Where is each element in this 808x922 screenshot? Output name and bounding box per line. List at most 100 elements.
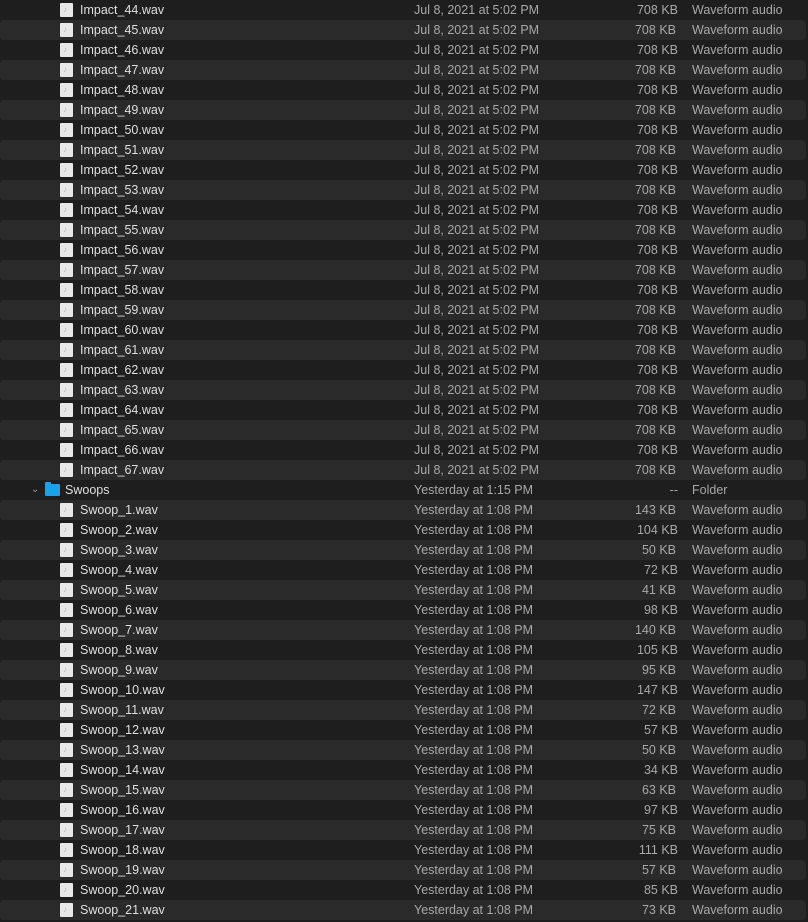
file-kind: Waveform audio <box>692 23 783 37</box>
file-row[interactable]: Impact_56.wav Jul 8, 2021 at 5:02 PM 708 K… <box>0 240 808 260</box>
file-row[interactable]: Swoop_20.wav Yesterday at 1:08 PM 85 KB Wav… <box>0 880 808 900</box>
date-modified: Yesterday at 1:08 PM <box>414 883 534 897</box>
file-row[interactable]: Swoop_8.wav Yesterday at 1:08 PM 105 KB Wav… <box>0 640 808 660</box>
file-name: Swoop_18.wav <box>80 843 165 857</box>
file-size: 708 KB <box>636 83 678 97</box>
file-row[interactable]: Impact_57.wav Jul 8, 2021 at 5:02 PM 708 K… <box>0 260 806 280</box>
chevron-down-icon[interactable]: ⌄ <box>31 480 39 500</box>
file-row[interactable]: Impact_46.wav Jul 8, 2021 at 5:02 PM 708 K… <box>0 40 808 60</box>
file-row[interactable]: Impact_44.wav Jul 8, 2021 at 5:02 PM 708 K… <box>0 0 808 20</box>
file-kind: Waveform audio <box>692 563 783 577</box>
audio-file-icon <box>60 260 73 280</box>
file-kind: Waveform audio <box>692 343 783 357</box>
file-kind: Folder <box>692 483 728 497</box>
file-row[interactable]: Impact_54.wav Jul 8, 2021 at 5:02 PM 708 K… <box>0 200 808 220</box>
file-row[interactable]: Swoop_3.wav Yesterday at 1:08 PM 50 KB Wave… <box>0 540 806 560</box>
audio-file-icon <box>60 320 73 340</box>
file-row[interactable]: Impact_66.wav Jul 8, 2021 at 5:02 PM 708 K… <box>0 440 808 460</box>
file-kind: Waveform audio <box>692 843 783 857</box>
file-kind: Waveform audio <box>692 403 783 417</box>
file-row[interactable]: Impact_67.wav Jul 8, 2021 at 5:02 PM 708 K… <box>0 460 806 480</box>
file-row[interactable]: Swoop_10.wav Yesterday at 1:08 PM 147 KB Wa… <box>0 680 808 700</box>
file-name: Impact_49.wav <box>80 103 165 117</box>
file-kind: Waveform audio <box>692 443 783 457</box>
audio-file-icon <box>60 460 73 480</box>
date-modified: Yesterday at 1:08 PM <box>414 823 534 837</box>
file-row[interactable]: Impact_58.wav Jul 8, 2021 at 5:02 PM 708 K… <box>0 280 808 300</box>
date-modified: Jul 8, 2021 at 5:02 PM <box>414 63 540 77</box>
file-row[interactable]: Swoop_13.wav Yesterday at 1:08 PM 50 KB Wav… <box>0 740 806 760</box>
file-row[interactable]: Impact_50.wav Jul 8, 2021 at 5:02 PM 708 K… <box>0 120 808 140</box>
audio-file-icon <box>60 300 73 320</box>
file-row[interactable]: Impact_59.wav Jul 8, 2021 at 5:02 PM 708 K… <box>0 300 806 320</box>
audio-file-icon <box>60 620 73 640</box>
audio-file-icon <box>60 60 73 80</box>
file-size: -- <box>669 483 678 497</box>
file-kind: Waveform audio <box>692 223 783 237</box>
date-modified: Jul 8, 2021 at 5:02 PM <box>414 463 540 477</box>
file-row[interactable]: Swoop_4.wav Yesterday at 1:08 PM 72 KB Wave… <box>0 560 808 580</box>
file-row[interactable]: Swoop_11.wav Yesterday at 1:08 PM 72 KB Wav… <box>0 700 806 720</box>
file-name: Swoops <box>65 483 110 497</box>
file-row[interactable]: Impact_55.wav Jul 8, 2021 at 5:02 PM 708 K… <box>0 220 806 240</box>
audio-file-icon <box>60 360 73 380</box>
date-modified: Jul 8, 2021 at 5:02 PM <box>414 43 540 57</box>
file-size: 98 KB <box>643 603 678 617</box>
file-name: Impact_67.wav <box>80 463 165 477</box>
file-row[interactable]: Swoop_19.wav Yesterday at 1:08 PM 57 KB Wav… <box>0 860 806 880</box>
file-row[interactable]: Swoop_18.wav Yesterday at 1:08 PM 111 KB Wa… <box>0 840 808 860</box>
file-row[interactable]: Swoop_7.wav Yesterday at 1:08 PM 140 KB Wav… <box>0 620 806 640</box>
file-row[interactable]: Swoop_16.wav Yesterday at 1:08 PM 97 KB Wav… <box>0 800 808 820</box>
file-row[interactable]: Swoop_1.wav Yesterday at 1:08 PM 143 KB Wav… <box>0 500 806 520</box>
file-kind: Waveform audio <box>692 43 783 57</box>
file-size: 708 KB <box>634 143 676 157</box>
file-name: Swoop_21.wav <box>80 903 165 917</box>
file-row[interactable]: Swoop_21.wav Yesterday at 1:08 PM 73 KB Wav… <box>0 900 806 920</box>
audio-file-icon <box>60 800 73 820</box>
date-modified: Jul 8, 2021 at 5:02 PM <box>414 443 540 457</box>
file-row[interactable]: Swoop_17.wav Yesterday at 1:08 PM 75 KB Wav… <box>0 820 806 840</box>
file-row[interactable]: Impact_52.wav Jul 8, 2021 at 5:02 PM 708 K… <box>0 160 808 180</box>
file-row[interactable]: Impact_49.wav Jul 8, 2021 at 5:02 PM 708 K… <box>0 100 806 120</box>
file-row[interactable]: Impact_64.wav Jul 8, 2021 at 5:02 PM 708 K… <box>0 400 808 420</box>
file-size: 708 KB <box>636 3 678 17</box>
file-row[interactable]: Impact_63.wav Jul 8, 2021 at 5:02 PM 708 K… <box>0 380 806 400</box>
file-row[interactable]: Impact_62.wav Jul 8, 2021 at 5:02 PM 708 K… <box>0 360 808 380</box>
file-row[interactable]: Impact_48.wav Jul 8, 2021 at 5:02 PM 708 K… <box>0 80 808 100</box>
file-name: Swoop_9.wav <box>80 663 158 677</box>
file-row[interactable]: Swoop_5.wav Yesterday at 1:08 PM 41 KB Wave… <box>0 580 806 600</box>
folder-row[interactable]: ⌄ Swoops Yesterday at 1:15 PM -- Folder <box>0 480 808 500</box>
audio-file-icon <box>60 540 73 560</box>
date-modified: Jul 8, 2021 at 5:02 PM <box>414 83 540 97</box>
file-row[interactable]: Impact_60.wav Jul 8, 2021 at 5:02 PM 708 K… <box>0 320 808 340</box>
file-name: Swoop_13.wav <box>80 743 165 757</box>
file-size: 708 KB <box>634 423 676 437</box>
file-row[interactable]: Swoop_2.wav Yesterday at 1:08 PM 104 KB Wav… <box>0 520 808 540</box>
file-size: 50 KB <box>641 743 676 757</box>
audio-file-icon <box>60 400 73 420</box>
file-row[interactable]: Impact_51.wav Jul 8, 2021 at 5:02 PM 708 K… <box>0 140 806 160</box>
file-row[interactable]: Swoop_12.wav Yesterday at 1:08 PM 57 KB Wav… <box>0 720 808 740</box>
file-size: 57 KB <box>641 863 676 877</box>
file-row[interactable]: Impact_53.wav Jul 8, 2021 at 5:02 PM 708 K… <box>0 180 806 200</box>
file-row[interactable]: Impact_65.wav Jul 8, 2021 at 5:02 PM 708 K… <box>0 420 806 440</box>
file-name: Impact_62.wav <box>80 363 165 377</box>
file-kind: Waveform audio <box>692 423 783 437</box>
audio-file-icon <box>60 600 73 620</box>
file-row[interactable]: Swoop_14.wav Yesterday at 1:08 PM 34 KB Wav… <box>0 760 808 780</box>
audio-file-icon <box>60 140 73 160</box>
file-row[interactable]: Impact_47.wav Jul 8, 2021 at 5:02 PM 708 K… <box>0 60 806 80</box>
file-row[interactable]: Swoop_9.wav Yesterday at 1:08 PM 95 KB Wave… <box>0 660 806 680</box>
file-row[interactable]: Impact_45.wav Jul 8, 2021 at 5:02 PM 708 K… <box>0 20 806 40</box>
file-row[interactable]: Swoop_15.wav Yesterday at 1:08 PM 63 KB Wav… <box>0 780 806 800</box>
audio-file-icon <box>60 780 73 800</box>
file-size: 85 KB <box>643 883 678 897</box>
date-modified: Jul 8, 2021 at 5:02 PM <box>414 403 540 417</box>
file-kind: Waveform audio <box>692 723 783 737</box>
audio-file-icon <box>60 820 73 840</box>
audio-file-icon <box>60 680 73 700</box>
date-modified: Yesterday at 1:08 PM <box>414 763 534 777</box>
file-row[interactable]: Swoop_6.wav Yesterday at 1:08 PM 98 KB Wave… <box>0 600 808 620</box>
audio-file-icon <box>60 20 73 40</box>
file-row[interactable]: Impact_61.wav Jul 8, 2021 at 5:02 PM 708 K… <box>0 340 806 360</box>
